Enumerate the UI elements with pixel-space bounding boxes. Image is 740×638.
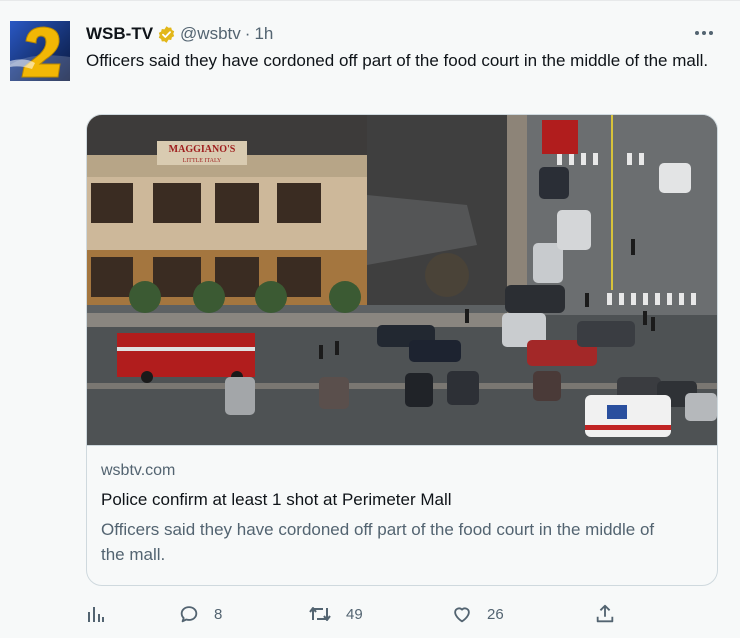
link-card[interactable]: MAGGIANO'S LITTLE ITALY wsbtv.com Police… (86, 114, 718, 586)
timestamp[interactable]: 1h (254, 24, 273, 44)
share-button[interactable] (594, 601, 616, 627)
display-name[interactable]: WSB-TV (86, 24, 153, 44)
reply-icon (178, 603, 200, 625)
more-options-icon[interactable] (692, 21, 716, 45)
card-domain: wsbtv.com (101, 462, 176, 479)
like-button[interactable]: 26 (451, 601, 504, 627)
card-description: Officers said they have cordoned off par… (101, 520, 655, 564)
retweet-count: 49 (346, 605, 363, 623)
retweet-button[interactable]: 49 (308, 601, 363, 627)
handle[interactable]: @wsbtv (180, 24, 241, 44)
share-icon (594, 603, 616, 625)
card-meta: wsbtv.com Police confirm at least 1 shot… (87, 445, 717, 585)
tweet-header: WSB-TV @wsbtv · 1h (86, 23, 273, 45)
aerial-scene-illustration: MAGGIANO'S LITTLE ITALY (87, 115, 717, 445)
separator-dot: · (244, 24, 251, 43)
restaurant-sign-name: MAGGIANO'S (169, 144, 236, 155)
verified-badge-icon (157, 25, 176, 44)
reply-button[interactable]: 8 (178, 601, 222, 627)
like-count: 26 (487, 605, 504, 623)
heart-icon (451, 603, 473, 625)
reply-count: 8 (214, 605, 223, 623)
tweet[interactable]: WSB-TV @wsbtv · 1h Officers said they ha… (0, 0, 740, 638)
retweet-icon (308, 603, 332, 625)
restaurant-sign-subtitle: LITTLE ITALY (183, 158, 222, 164)
avatar[interactable] (10, 21, 70, 81)
tweet-text: Officers said they have cordoned off par… (86, 51, 709, 70)
card-title: Police confirm at least 1 shot at Perime… (101, 490, 452, 509)
analytics-icon (86, 604, 106, 624)
wsb-channel-2-logo (10, 21, 70, 81)
views-button[interactable] (86, 601, 106, 627)
card-image[interactable]: MAGGIANO'S LITTLE ITALY (87, 115, 717, 445)
action-bar: 8 49 26 (86, 601, 626, 627)
